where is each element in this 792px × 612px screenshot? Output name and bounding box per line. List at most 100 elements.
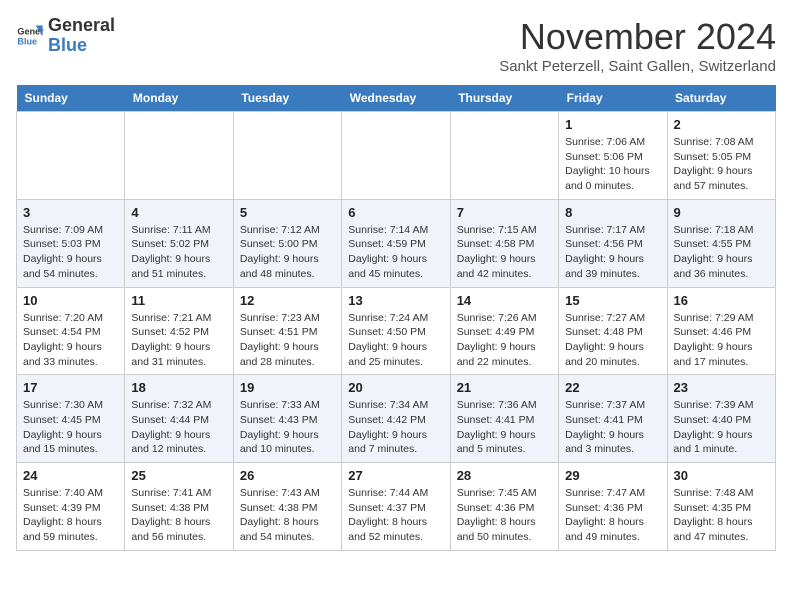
weekday-header-row: SundayMondayTuesdayWednesdayThursdayFrid… xyxy=(17,85,776,112)
calendar-day-cell xyxy=(17,112,125,200)
day-number: 21 xyxy=(457,380,552,395)
day-number: 15 xyxy=(565,293,660,308)
logo-text: General Blue xyxy=(48,16,115,56)
calendar-day-cell: 23Sunrise: 7:39 AMSunset: 4:40 PMDayligh… xyxy=(667,375,775,463)
title-block: November 2024 Sankt Peterzell, Saint Gal… xyxy=(499,16,776,75)
calendar-day-cell: 22 Sunrise: 7:37 AMSunset: 4:41 PMDayligh… xyxy=(559,375,667,463)
calendar-day-cell: 29Sunrise: 7:47 AMSunset: 4:36 PMDayligh… xyxy=(559,463,667,551)
day-number: 17 xyxy=(23,380,118,395)
day-info: Sunrise: 7:29 AMSunset: 4:46 PMDaylight:… xyxy=(674,311,769,370)
calendar-day-cell: 28 Sunrise: 7:45 AMSunset: 4:36 PMDayligh… xyxy=(450,463,558,551)
calendar-day-cell: 20Sunrise: 7:34 AMSunset: 4:42 PMDayligh… xyxy=(342,375,450,463)
day-info: Sunrise: 7:15 AMSunset: 4:58 PMDaylight:… xyxy=(457,223,552,282)
day-number: 12 xyxy=(240,293,335,308)
day-info: Sunrise: 7:40 AMSunset: 4:39 PMDaylight:… xyxy=(23,486,118,545)
day-number: 9 xyxy=(674,205,769,220)
calendar-body: 1Sunrise: 7:06 AMSunset: 5:06 PMDaylight… xyxy=(17,112,776,551)
calendar-day-cell: 5 Sunrise: 7:12 AMSunset: 5:00 PMDaylight… xyxy=(233,199,341,287)
day-info: Sunrise: 7:24 AMSunset: 4:50 PMDaylight:… xyxy=(348,311,443,370)
day-info: Sunrise: 7:11 AMSunset: 5:02 PMDaylight:… xyxy=(131,223,226,282)
day-info: Sunrise: 7:44 AMSunset: 4:37 PMDaylight:… xyxy=(348,486,443,545)
logo: General Blue General Blue xyxy=(16,16,115,56)
calendar-day-cell: 21 Sunrise: 7:36 AMSunset: 4:41 PMDayligh… xyxy=(450,375,558,463)
calendar-day-cell: 30 Sunrise: 7:48 AMSunset: 4:35 PMDayligh… xyxy=(667,463,775,551)
day-info: Sunrise: 7:45 AMSunset: 4:36 PMDaylight:… xyxy=(457,486,552,545)
day-info: Sunrise: 7:37 AMSunset: 4:41 PMDaylight:… xyxy=(565,398,660,457)
day-info: Sunrise: 7:36 AMSunset: 4:41 PMDaylight:… xyxy=(457,398,552,457)
calendar-week-row: 24Sunrise: 7:40 AMSunset: 4:39 PMDayligh… xyxy=(17,463,776,551)
day-info: Sunrise: 7:17 AMSunset: 4:56 PMDaylight:… xyxy=(565,223,660,282)
weekday-header-cell: Thursday xyxy=(450,85,558,112)
day-number: 7 xyxy=(457,205,552,220)
day-number: 13 xyxy=(348,293,443,308)
day-info: Sunrise: 7:41 AMSunset: 4:38 PMDaylight:… xyxy=(131,486,226,545)
calendar-table: SundayMondayTuesdayWednesdayThursdayFrid… xyxy=(16,85,776,551)
calendar-day-cell: 4 Sunrise: 7:11 AMSunset: 5:02 PMDaylight… xyxy=(125,199,233,287)
weekday-header-cell: Monday xyxy=(125,85,233,112)
day-number: 16 xyxy=(674,293,769,308)
day-number: 30 xyxy=(674,468,769,483)
day-info: Sunrise: 7:20 AMSunset: 4:54 PMDaylight:… xyxy=(23,311,118,370)
calendar-day-cell: 1Sunrise: 7:06 AMSunset: 5:06 PMDaylight… xyxy=(559,112,667,200)
page-header: General Blue General Blue November 2024 … xyxy=(16,16,776,75)
weekday-header-cell: Friday xyxy=(559,85,667,112)
day-number: 20 xyxy=(348,380,443,395)
day-number: 28 xyxy=(457,468,552,483)
day-number: 22 xyxy=(565,380,660,395)
weekday-header-cell: Sunday xyxy=(17,85,125,112)
calendar-day-cell: 14 Sunrise: 7:26 AMSunset: 4:49 PMDayligh… xyxy=(450,287,558,375)
calendar-day-cell: 24Sunrise: 7:40 AMSunset: 4:39 PMDayligh… xyxy=(17,463,125,551)
calendar-day-cell: 27 Sunrise: 7:44 AMSunset: 4:37 PMDayligh… xyxy=(342,463,450,551)
calendar-day-cell: 18 Sunrise: 7:32 AMSunset: 4:44 PMDayligh… xyxy=(125,375,233,463)
weekday-header-cell: Wednesday xyxy=(342,85,450,112)
day-info: Sunrise: 7:30 AMSunset: 4:45 PMDaylight:… xyxy=(23,398,118,457)
day-number: 18 xyxy=(131,380,226,395)
day-number: 29 xyxy=(565,468,660,483)
calendar-day-cell: 10 Sunrise: 7:20 AMSunset: 4:54 PMDayligh… xyxy=(17,287,125,375)
day-info: Sunrise: 7:33 AMSunset: 4:43 PMDaylight:… xyxy=(240,398,335,457)
calendar-day-cell: 17 Sunrise: 7:30 AMSunset: 4:45 PMDayligh… xyxy=(17,375,125,463)
day-info: Sunrise: 7:12 AMSunset: 5:00 PMDaylight:… xyxy=(240,223,335,282)
calendar-day-cell: 15Sunrise: 7:27 AMSunset: 4:48 PMDayligh… xyxy=(559,287,667,375)
calendar-day-cell: 26Sunrise: 7:43 AMSunset: 4:38 PMDayligh… xyxy=(233,463,341,551)
day-number: 5 xyxy=(240,205,335,220)
weekday-header-cell: Saturday xyxy=(667,85,775,112)
calendar-day-cell: 12 Sunrise: 7:23 AMSunset: 4:51 PMDayligh… xyxy=(233,287,341,375)
day-info: Sunrise: 7:21 AMSunset: 4:52 PMDaylight:… xyxy=(131,311,226,370)
calendar-week-row: 1Sunrise: 7:06 AMSunset: 5:06 PMDaylight… xyxy=(17,112,776,200)
day-number: 1 xyxy=(565,117,660,132)
calendar-day-cell xyxy=(233,112,341,200)
day-number: 19 xyxy=(240,380,335,395)
day-number: 10 xyxy=(23,293,118,308)
day-number: 6 xyxy=(348,205,443,220)
day-number: 23 xyxy=(674,380,769,395)
day-info: Sunrise: 7:23 AMSunset: 4:51 PMDaylight:… xyxy=(240,311,335,370)
day-number: 25 xyxy=(131,468,226,483)
calendar-week-row: 17 Sunrise: 7:30 AMSunset: 4:45 PMDayligh… xyxy=(17,375,776,463)
logo-icon: General Blue xyxy=(16,22,44,50)
calendar-day-cell: 16 Sunrise: 7:29 AMSunset: 4:46 PMDayligh… xyxy=(667,287,775,375)
day-info: Sunrise: 7:26 AMSunset: 4:49 PMDaylight:… xyxy=(457,311,552,370)
day-info: Sunrise: 7:18 AMSunset: 4:55 PMDaylight:… xyxy=(674,223,769,282)
day-info: Sunrise: 7:14 AMSunset: 4:59 PMDaylight:… xyxy=(348,223,443,282)
day-info: Sunrise: 7:08 AMSunset: 5:05 PMDaylight:… xyxy=(674,135,769,194)
location-title: Sankt Peterzell, Saint Gallen, Switzerla… xyxy=(499,58,776,75)
day-info: Sunrise: 7:48 AMSunset: 4:35 PMDaylight:… xyxy=(674,486,769,545)
calendar-day-cell: 6 Sunrise: 7:14 AMSunset: 4:59 PMDaylight… xyxy=(342,199,450,287)
calendar-day-cell: 25 Sunrise: 7:41 AMSunset: 4:38 PMDayligh… xyxy=(125,463,233,551)
day-number: 27 xyxy=(348,468,443,483)
day-number: 2 xyxy=(674,117,769,132)
month-title: November 2024 xyxy=(499,16,776,58)
day-info: Sunrise: 7:43 AMSunset: 4:38 PMDaylight:… xyxy=(240,486,335,545)
svg-text:Blue: Blue xyxy=(17,36,37,46)
calendar-day-cell xyxy=(450,112,558,200)
day-info: Sunrise: 7:32 AMSunset: 4:44 PMDaylight:… xyxy=(131,398,226,457)
calendar-day-cell: 7 Sunrise: 7:15 AMSunset: 4:58 PMDaylight… xyxy=(450,199,558,287)
day-number: 14 xyxy=(457,293,552,308)
day-number: 4 xyxy=(131,205,226,220)
calendar-day-cell xyxy=(125,112,233,200)
calendar-day-cell: 3Sunrise: 7:09 AMSunset: 5:03 PMDaylight… xyxy=(17,199,125,287)
weekday-header-cell: Tuesday xyxy=(233,85,341,112)
calendar-day-cell: 19 Sunrise: 7:33 AMSunset: 4:43 PMDayligh… xyxy=(233,375,341,463)
day-number: 11 xyxy=(131,293,226,308)
